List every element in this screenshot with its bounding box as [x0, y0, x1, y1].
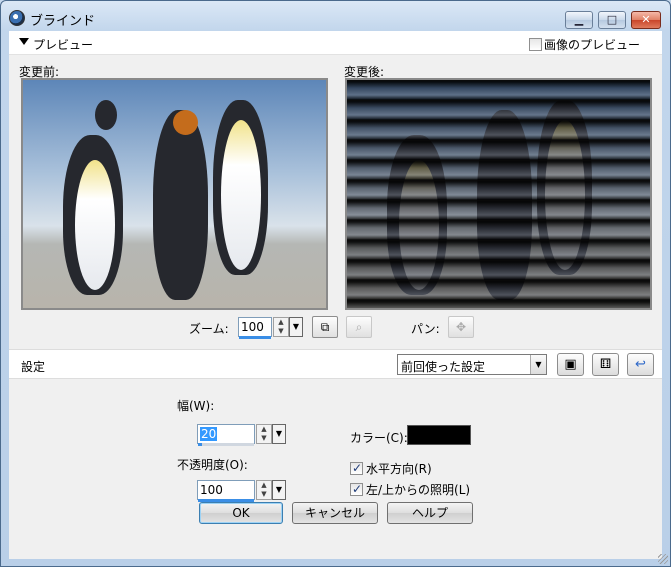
opacity-spin-arrows-icon[interactable]: ▲ ▼	[256, 480, 272, 500]
close-button[interactable]: ✕	[631, 11, 661, 29]
color-label: カラー(C):	[350, 431, 408, 445]
image-preview-check-box[interactable]	[529, 38, 542, 51]
zoom-fit-button[interactable]: ⧉	[312, 316, 338, 338]
minimize-icon: ▁	[574, 13, 584, 26]
zoom-spin-arrows-icon[interactable]: ▲ ▼	[273, 317, 289, 337]
ok-button[interactable]: OK	[199, 502, 283, 524]
save-preset-button[interactable]: ▣	[557, 353, 584, 376]
opacity-value: 100	[200, 483, 223, 497]
random-preset-button[interactable]: ⚅	[592, 353, 619, 376]
close-icon: ✕	[641, 13, 651, 26]
parameters-panel: 幅(W): 20 ▲ ▼ ▼ 不透明度(O): 100 ▲ ▼ ▼ カラー(C): …	[9, 380, 662, 559]
minimize-button[interactable]: ▁	[565, 11, 593, 29]
horizontal-check-box[interactable]	[350, 461, 363, 475]
preview-bar: プレビュー 画像のプレビュー	[9, 31, 662, 55]
horizontal-label: 水平方向(R)	[366, 462, 432, 476]
opacity-dropdown-icon[interactable]: ▼	[272, 480, 286, 500]
light-label: 左/上からの照明(L)	[366, 483, 471, 497]
title-bar[interactable]: ブラインド ▁ □ ✕	[1, 1, 670, 35]
opacity-label: 不透明度(O):	[177, 458, 248, 472]
blinds-dialog: ブラインド ▁ □ ✕ プレビュー 画像のプレビュー 変更前: 変更後: ズーム…	[0, 0, 671, 567]
collapse-triangle-icon[interactable]	[19, 38, 29, 45]
chevron-down-icon[interactable]: ▼	[530, 355, 546, 374]
preview-toggle[interactable]: プレビュー	[33, 36, 93, 53]
maximize-icon: □	[606, 13, 618, 26]
pan-label: パン:	[411, 322, 440, 336]
light-from-left-top-checkbox[interactable]: 左/上からの照明(L)	[350, 481, 470, 498]
zoom-value: 100	[241, 320, 264, 334]
zoom-input[interactable]: 100 ▲ ▼ ▼	[238, 317, 303, 339]
image-preview-checkbox[interactable]: 画像のプレビュー	[529, 36, 640, 53]
zoom-row: ズーム: 100 ▲ ▼ ▼ ⧉ ⌕ パン: ✥	[9, 315, 662, 341]
preset-select[interactable]: 前回使った設定 ▼	[397, 354, 547, 375]
horizontal-checkbox[interactable]: 水平方向(R)	[350, 460, 432, 477]
magnifier-icon: ⌕	[355, 320, 363, 334]
width-input[interactable]: 20 ▲ ▼ ▼	[197, 424, 286, 446]
zoom-actual-button[interactable]: ⌕	[346, 316, 372, 338]
settings-label: 設定	[21, 360, 46, 374]
zoom-dropdown-icon[interactable]: ▼	[289, 317, 303, 337]
resize-grip-icon[interactable]	[658, 554, 668, 564]
pan-move-icon: ✥	[455, 320, 467, 334]
app-icon	[9, 10, 25, 26]
save-disk-icon: ▣	[564, 357, 577, 372]
zoom-fit-icon: ⧉	[320, 320, 330, 334]
width-spin-arrows-icon[interactable]: ▲ ▼	[256, 424, 272, 444]
image-preview-label: 画像のプレビュー	[544, 38, 641, 52]
reset-button[interactable]: ↩	[627, 353, 654, 376]
width-label: 幅(W):	[177, 399, 215, 413]
window-title: ブラインド	[30, 14, 96, 29]
light-check-box[interactable]	[350, 482, 363, 496]
preset-value: 前回使った設定	[401, 360, 486, 374]
cancel-button[interactable]: キャンセル	[292, 502, 378, 524]
help-button[interactable]: ヘルプ	[387, 502, 473, 524]
before-preview-image[interactable]	[21, 78, 328, 310]
dice-icon: ⚅	[599, 357, 612, 372]
after-preview-image[interactable]	[345, 78, 652, 310]
settings-bar: 設定 前回使った設定 ▼ ▣ ⚅ ↩	[9, 349, 662, 379]
opacity-input[interactable]: 100 ▲ ▼ ▼	[197, 480, 286, 502]
reset-arrow-icon: ↩	[635, 357, 646, 372]
width-value: 20	[200, 427, 218, 441]
width-dropdown-icon[interactable]: ▼	[272, 424, 286, 444]
pan-button[interactable]: ✥	[448, 316, 474, 338]
maximize-button[interactable]: □	[598, 11, 626, 29]
dialog-body: プレビュー 画像のプレビュー 変更前: 変更後: ズーム: 100 ▲ ▼ ▼ …	[9, 31, 662, 559]
zoom-label: ズーム:	[189, 322, 229, 336]
color-swatch[interactable]	[407, 425, 471, 445]
blinds-effect-overlay	[347, 80, 650, 308]
